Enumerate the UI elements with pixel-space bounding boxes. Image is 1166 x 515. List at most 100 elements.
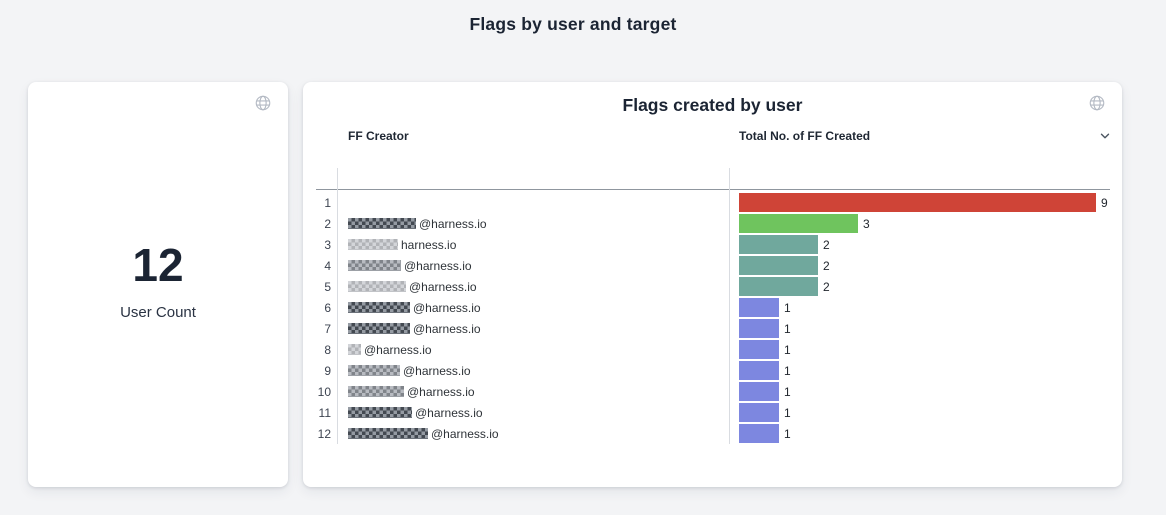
table-row[interactable]: 19 <box>303 192 1122 213</box>
table-row[interactable]: 3 harness.io 2 <box>303 234 1122 255</box>
bar-value-label: 1 <box>784 322 791 336</box>
bar[interactable] <box>739 382 779 401</box>
redacted-name-block <box>348 323 410 334</box>
row-rank: 3 <box>303 238 337 252</box>
bar-value-label: 1 <box>784 427 791 441</box>
creator-email-suffix: @harness.io <box>415 406 483 420</box>
table-row[interactable]: 6@harness.io1 <box>303 297 1122 318</box>
user-count-value: 12 <box>132 237 183 295</box>
redacted-name-block <box>348 302 410 313</box>
table-row[interactable]: 11 @harness.io 1 <box>303 402 1122 423</box>
redacted-name-block <box>348 260 401 271</box>
redacted-name-block <box>348 344 361 355</box>
ff-creator-cell: @harness.io <box>337 385 729 399</box>
ff-creator-cell: @harness.io <box>337 217 729 231</box>
row-rank: 9 <box>303 364 337 378</box>
bar[interactable] <box>739 403 779 422</box>
redacted-name-block <box>348 386 404 397</box>
flags-created-title: Flags created by user <box>303 95 1122 116</box>
ff-count-cell: 9 <box>729 193 1122 212</box>
ff-creator-cell: @harness.io <box>337 364 729 378</box>
bar[interactable] <box>739 424 779 443</box>
table-row[interactable]: 10 @harness.io 1 <box>303 381 1122 402</box>
bar[interactable] <box>739 298 779 317</box>
chevron-down-icon[interactable] <box>1098 129 1112 143</box>
ff-count-cell: 1 <box>729 298 1122 317</box>
row-rank: 5 <box>303 280 337 294</box>
bar[interactable] <box>739 319 779 338</box>
bar-value-label: 2 <box>823 259 830 273</box>
bar-value-label: 1 <box>784 343 791 357</box>
table-row[interactable]: 8 @harness.io 1 <box>303 339 1122 360</box>
ff-count-cell: 2 <box>729 256 1122 275</box>
row-rank: 1 <box>303 196 337 210</box>
row-rank: 7 <box>303 322 337 336</box>
flags-table: FF Creator Total No. of FF Created 192 @… <box>303 125 1122 146</box>
bar-value-label: 3 <box>863 217 870 231</box>
bar[interactable] <box>739 277 818 296</box>
header-divider <box>316 189 1110 190</box>
ff-creator-column-header[interactable]: FF Creator <box>337 129 729 143</box>
creator-email-suffix: @harness.io <box>431 427 499 441</box>
table-row[interactable]: 9 @harness.io 1 <box>303 360 1122 381</box>
flags-created-card: Flags created by user FF Creator Total N… <box>303 82 1122 487</box>
ff-creator-cell: harness.io <box>337 238 729 252</box>
ff-count-cell: 2 <box>729 277 1122 296</box>
ff-count-cell: 1 <box>729 424 1122 443</box>
bar[interactable] <box>739 361 779 380</box>
creator-email-suffix: @harness.io <box>404 259 472 273</box>
ff-count-cell: 1 <box>729 340 1122 359</box>
creator-email-suffix: @harness.io <box>364 343 432 357</box>
creator-email-suffix: harness.io <box>401 238 456 252</box>
user-count-card: 12 User Count <box>28 82 288 487</box>
table-row[interactable]: 4 @harness.io 2 <box>303 255 1122 276</box>
table-header-row: FF Creator Total No. of FF Created <box>303 125 1122 146</box>
bar-value-label: 2 <box>823 280 830 294</box>
ff-creator-cell: @harness.io <box>337 406 729 420</box>
creator-email-suffix: @harness.io <box>419 217 487 231</box>
row-rank: 11 <box>303 406 337 420</box>
bar-value-label: 9 <box>1101 196 1108 210</box>
creator-email-suffix: @harness.io <box>403 364 471 378</box>
row-rank: 8 <box>303 343 337 357</box>
row-rank: 12 <box>303 427 337 441</box>
creator-email-suffix: @harness.io <box>413 322 481 336</box>
bar[interactable] <box>739 235 818 254</box>
ff-creator-cell: @harness.io <box>337 322 729 336</box>
ff-count-cell: 1 <box>729 361 1122 380</box>
bar-value-label: 1 <box>784 406 791 420</box>
table-row[interactable]: 2 @harness.io 3 <box>303 213 1122 234</box>
bar[interactable] <box>739 340 779 359</box>
row-rank: 2 <box>303 217 337 231</box>
table-row[interactable]: 7 @harness.io 1 <box>303 318 1122 339</box>
user-count-label: User Count <box>120 304 196 321</box>
redacted-name-block <box>348 218 416 229</box>
redacted-name-block <box>348 239 398 250</box>
bar[interactable] <box>739 193 1096 212</box>
creator-email-suffix: @harness.io <box>413 301 481 315</box>
ff-creator-cell: @harness.io <box>337 259 729 273</box>
creator-email-suffix: @harness.io <box>407 385 475 399</box>
bar-value-label: 1 <box>784 301 791 315</box>
ff-count-cell: 1 <box>729 382 1122 401</box>
redacted-name-block <box>348 407 412 418</box>
ff-creator-cell: @harness.io <box>337 280 729 294</box>
globe-icon[interactable] <box>254 94 272 112</box>
bar-value-label: 2 <box>823 238 830 252</box>
redacted-name-block <box>348 281 406 292</box>
row-rank: 10 <box>303 385 337 399</box>
table-row[interactable]: 5@harness.io 2 <box>303 276 1122 297</box>
row-rank: 4 <box>303 259 337 273</box>
ff-count-cell: 1 <box>729 319 1122 338</box>
page-title: Flags by user and target <box>0 14 1146 35</box>
table-row[interactable]: 12 @harness.io 1 <box>303 423 1122 444</box>
dashboard-page: Flags by user and target 12 User Count F… <box>0 0 1166 515</box>
bar[interactable] <box>739 214 858 233</box>
bar-value-label: 1 <box>784 364 791 378</box>
bar[interactable] <box>739 256 818 275</box>
ff-creator-cell: @harness.io <box>337 301 729 315</box>
ff-count-cell: 1 <box>729 403 1122 422</box>
table-rows: 192 @harness.io33harness.io24@harness.io… <box>303 192 1122 444</box>
total-ff-column-header[interactable]: Total No. of FF Created <box>729 129 1122 143</box>
redacted-name-block <box>348 428 428 439</box>
